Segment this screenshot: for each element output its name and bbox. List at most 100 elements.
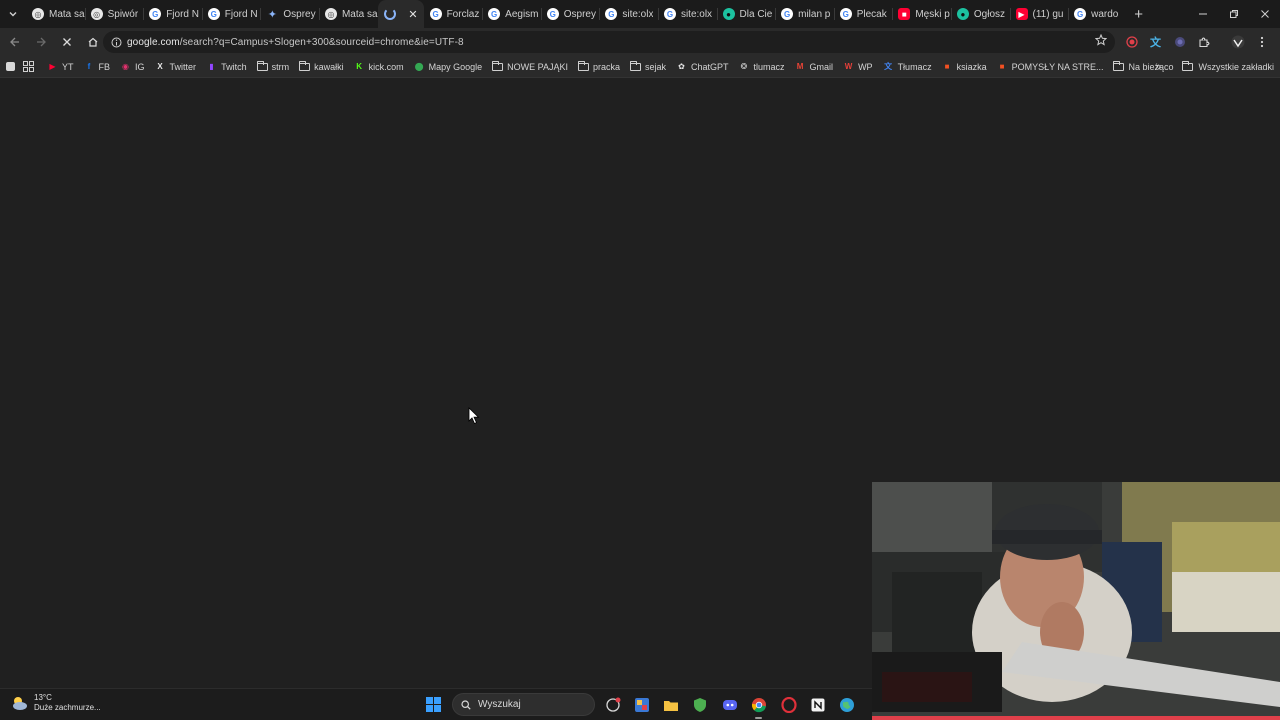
apps-button[interactable] [19, 56, 42, 78]
taskbar-app-notion[interactable] [808, 695, 827, 714]
minimize-icon [1198, 13, 1207, 15]
extensions-area: 文 [1122, 31, 1271, 53]
bookmark-label: Tłumacz [897, 61, 932, 72]
reading-list-button[interactable] [0, 56, 19, 78]
windows-logo-icon [426, 697, 433, 704]
tab-active[interactable]: ✕ [377, 0, 424, 28]
tab[interactable]: Gsite:olx [657, 0, 717, 28]
more-vertical-icon [1260, 36, 1263, 48]
site-info-button[interactable] [105, 31, 127, 53]
bookmark-item[interactable]: ▮ Twitch [201, 56, 252, 78]
bookmarks-bar: ▶ YT f FB ◉ IG X Twitter ▮ Twitch strm kawałki Kkick… [0, 56, 1280, 78]
tab[interactable]: Gwardo [1068, 0, 1127, 28]
close-window-button[interactable] [1249, 0, 1280, 28]
bookmark-item[interactable]: kawałki [294, 56, 349, 78]
teal-site-icon: ● [722, 8, 735, 20]
bookmark-item[interactable]: ■ ksiazka [937, 56, 992, 78]
bookmark-item[interactable]: ❂ tlumacz [734, 56, 790, 78]
tab[interactable]: Gmilan p [775, 0, 834, 28]
folder-icon [492, 60, 504, 71]
google-icon: G [605, 8, 618, 20]
tab[interactable]: ● Ogłosz [950, 0, 1010, 28]
back-button[interactable] [3, 30, 27, 54]
tab[interactable]: ■ Męski p [892, 0, 951, 28]
close-tab-icon[interactable]: ✕ [408, 8, 417, 21]
weather-widget[interactable]: 13°C Duże zachmurze... [10, 693, 101, 713]
generic-page-icon: ◎ [324, 8, 337, 20]
bookmark-item[interactable]: Na bieżąco [1108, 56, 1178, 78]
bookmark-item[interactable]: X Twitter [150, 56, 202, 78]
facebook-icon: f [87, 62, 91, 71]
bookmark-item[interactable]: sejak [625, 56, 671, 78]
gmail-icon: M [796, 62, 804, 71]
address-bar[interactable]: google.com/search?q=Campus+Slogen+300&so… [103, 31, 1115, 53]
tab[interactable]: ▶ (11) gu [1009, 0, 1069, 28]
avatar-icon [1231, 35, 1244, 49]
folder-icon [630, 60, 641, 71]
purple-extension-button[interactable] [1170, 31, 1189, 53]
bookmark-item[interactable]: pracka [573, 56, 625, 78]
app-square-icon [6, 62, 15, 71]
tab[interactable]: ● Dla Cie [716, 0, 776, 28]
taskbar-app-globe[interactable] [837, 695, 856, 714]
bookmark-item[interactable]: ▶ YT [42, 56, 79, 78]
taskbar-app-discord[interactable] [720, 695, 739, 714]
weather-description: Duże zachmurze... [34, 703, 101, 712]
all-bookmarks-button[interactable]: Wszystkie zakładki [1182, 56, 1274, 78]
more-bookmarks-button[interactable]: » [1155, 56, 1161, 78]
tab[interactable]: G Plecak [833, 0, 893, 28]
tab-title: Ogłosz [973, 8, 1006, 20]
bookmark-item[interactable]: ⬤ Mapy Google [409, 56, 488, 78]
google-icon: G [149, 8, 162, 20]
chatgpt-icon: ✿ [678, 62, 685, 71]
taskbar-app-file-explorer[interactable] [661, 695, 680, 714]
taskbar-app-vpn[interactable] [690, 695, 709, 714]
forward-button[interactable] [29, 30, 53, 54]
bookmark-label: kick.com [368, 61, 404, 72]
profile-avatar-button[interactable] [1228, 31, 1247, 53]
home-button[interactable] [81, 30, 105, 54]
paint-icon [634, 697, 649, 712]
tab[interactable]: ◎ Mata sa [26, 0, 85, 28]
bookmark-item[interactable]: strm [252, 56, 295, 78]
tab[interactable]: ✦ Osprey [260, 0, 319, 28]
folder-icon [1113, 60, 1125, 71]
record-extension-button[interactable] [1122, 31, 1141, 53]
bookmark-item[interactable]: M Gmail [790, 56, 839, 78]
stop-loading-button[interactable] [55, 30, 79, 54]
restore-button[interactable] [1218, 0, 1249, 28]
tab[interactable]: G Aegism [482, 0, 541, 28]
bookmark-star-button[interactable] [1094, 33, 1108, 49]
start-button[interactable] [426, 697, 441, 712]
tab-search-button[interactable] [0, 0, 26, 28]
tab[interactable]: G Osprey [540, 0, 600, 28]
bookmark-item[interactable]: ✿ ChatGPT [671, 56, 734, 78]
chrome-menu-button[interactable] [1252, 31, 1271, 53]
bookmark-item[interactable]: ■ POMYSŁY NA STRE... [992, 56, 1109, 78]
bookmark-item[interactable]: f FB [79, 56, 116, 78]
bookmark-item[interactable]: ◉ IG [115, 56, 150, 78]
bookmark-item[interactable]: 文 Tłumacz [878, 56, 937, 78]
bookmark-item[interactable]: W WP [838, 56, 878, 78]
tab[interactable]: G Fjord N [201, 0, 261, 28]
minimize-button[interactable] [1187, 0, 1218, 28]
taskbar-search[interactable]: Wyszukaj [452, 693, 595, 716]
tab[interactable]: Gsite:olx [599, 0, 658, 28]
webcam-feed-image [872, 482, 1280, 720]
taskbar-app-paint[interactable] [632, 695, 651, 714]
extensions-menu-button[interactable] [1194, 31, 1213, 53]
tab[interactable]: ◎ Śpiwór [84, 0, 144, 28]
new-tab-button[interactable]: + [1127, 0, 1151, 28]
taskbar-app-opera[interactable] [779, 695, 798, 714]
taskbar-app-chatgpt[interactable] [603, 695, 622, 714]
tab[interactable]: G Fjord N [143, 0, 202, 28]
plus-icon: + [1134, 5, 1144, 23]
tab[interactable]: G Forclaz [424, 0, 483, 28]
taskbar-app-chrome[interactable] [749, 695, 768, 719]
bookmark-item[interactable]: Kkick.com [349, 56, 409, 78]
bookmark-item[interactable]: NOWE PAJĄKI [487, 56, 573, 78]
chevron-double-right-icon: » [1155, 61, 1162, 73]
translate-extension-button[interactable]: 文 [1146, 31, 1165, 53]
instagram-icon: ◉ [122, 62, 130, 71]
tab[interactable]: ◎ Mata sa [318, 0, 378, 28]
